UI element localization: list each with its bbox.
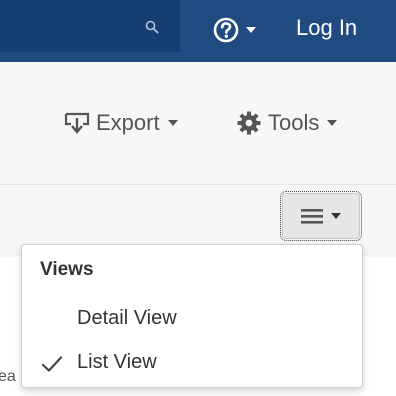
menu-item-detail-view[interactable]: Detail View (23, 299, 361, 339)
hamburger-icon (301, 209, 323, 224)
export-label: Export (96, 110, 160, 135)
menu-header-views: Views (40, 259, 94, 280)
action-toolbar: Export Tools (0, 62, 396, 185)
search-icon[interactable] (145, 20, 159, 34)
view-menu-toggle[interactable] (280, 191, 362, 241)
top-navbar: Log In (0, 0, 396, 62)
tools-button[interactable]: Tools (236, 105, 338, 141)
export-icon (64, 112, 90, 134)
help-menu-button[interactable] (212, 14, 256, 46)
checkmark-icon (41, 356, 63, 372)
chevron-down-icon (167, 120, 178, 126)
chevron-down-icon (327, 120, 338, 126)
background-text: ea (0, 368, 16, 385)
question-circle-icon (213, 17, 239, 43)
login-link[interactable]: Log In (296, 12, 357, 44)
chevron-down-icon (331, 213, 341, 219)
search-input[interactable] (0, 0, 180, 52)
menu-item-list-view[interactable]: List View (23, 343, 361, 383)
menu-item-label: List View (77, 351, 157, 373)
menu-item-label: Detail View (77, 307, 177, 329)
views-dropdown-menu: Views Detail View List View (21, 244, 363, 388)
chevron-down-icon (246, 27, 256, 33)
tools-label: Tools (268, 110, 320, 135)
gear-icon (237, 111, 261, 135)
export-button[interactable]: Export (64, 105, 178, 141)
